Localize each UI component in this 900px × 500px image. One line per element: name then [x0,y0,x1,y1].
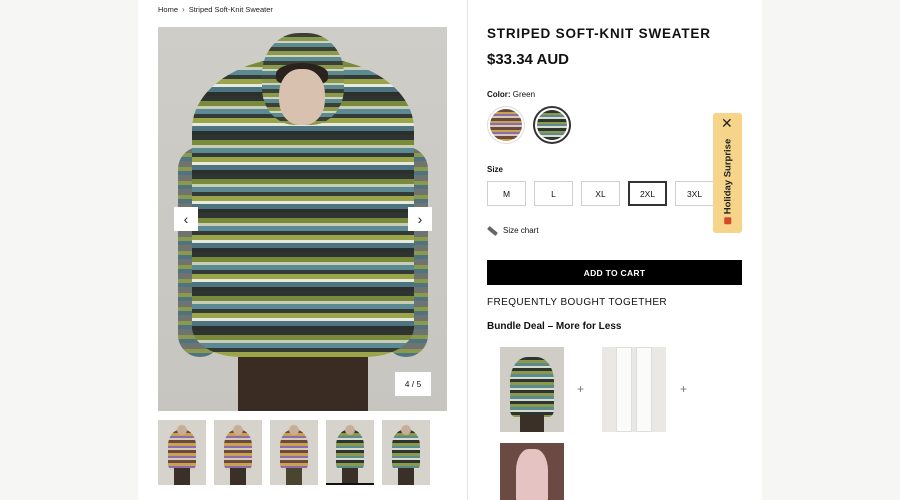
holiday-surprise-row: Holiday Surprise [722,138,733,224]
image-pants [238,357,368,411]
color-selected-value: Green [512,90,536,99]
thumbnail-legs [286,468,302,485]
pants-leg-graphic [616,347,632,432]
chevron-right-icon: › [182,5,185,14]
thumbnail-figure [168,430,196,470]
pants-leg-graphic [636,347,652,432]
image-counter: 4 / 5 [395,372,431,396]
column-divider [467,0,468,500]
image-face [279,69,325,125]
frequently-bought-title: FREQUENTLY BOUGHT TOGETHER [487,297,668,308]
thumbnail-figure [392,430,420,470]
breadcrumb-current: Striped Soft-Knit Sweater [188,5,273,14]
holiday-surprise-label: Holiday Surprise [722,138,733,214]
plus-icon: + [680,382,688,396]
thumbnail-strip [158,420,430,485]
thumbnail-head [401,425,411,435]
bundle-item-pants[interactable] [602,347,666,432]
ruler-icon [487,225,498,236]
size-option-2xl[interactable]: 2XL [628,181,667,206]
color-swatch-green[interactable] [533,106,571,144]
chevron-left-icon: ‹ [183,211,189,227]
breadcrumb-home[interactable]: Home [158,5,178,14]
previous-image-button[interactable]: ‹ [174,207,198,231]
bundle-deal-title: Bundle Deal – More for Less [487,321,622,332]
swatch-fill [537,110,567,140]
thumbnail-legs [342,468,358,483]
thumbnail-legs [398,468,414,485]
color-swatches [487,106,571,144]
bundle-item-dress[interactable] [500,443,564,500]
chevron-right-icon: › [417,211,423,227]
thumbnail-5[interactable] [382,420,430,485]
next-image-button[interactable]: › [408,207,432,231]
close-icon[interactable]: ✕ [721,116,733,130]
color-swatch-multicolor[interactable] [487,106,525,144]
product-page: Home › Striped Soft-Knit Sweater ‹ › 4 /… [138,0,762,500]
main-product-image[interactable]: ‹ › 4 / 5 [158,27,447,411]
thumbnail-figure [336,430,364,470]
size-chart-link[interactable]: Size chart [487,225,539,236]
size-label: Size [487,165,504,174]
thumbnail-2[interactable] [214,420,262,485]
bundle-legs-graphic [520,415,544,432]
bundle-item-sweater[interactable] [500,347,564,432]
thumbnail-head [289,425,299,435]
size-chart-label: Size chart [503,226,539,235]
color-label-text: Color: [487,90,511,99]
holiday-surprise-text: Holiday Surprise [713,135,742,227]
product-title: STRIPED SOFT-KNIT SWEATER [487,26,711,41]
bundle-sweater-graphic [510,357,554,417]
thumbnail-head [177,425,187,435]
size-option-xl[interactable]: XL [581,181,620,206]
gift-icon [723,216,731,224]
thumbnail-figure [224,430,252,470]
thumbnail-4[interactable] [326,420,374,485]
add-to-cart-button[interactable]: ADD TO CART [487,260,742,285]
thumbnail-head [345,425,355,435]
thumbnail-legs [230,468,246,485]
size-option-3xl[interactable]: 3XL [675,181,714,206]
thumbnail-legs [174,468,190,485]
breadcrumb: Home › Striped Soft-Knit Sweater [158,5,273,14]
product-price: $33.34 AUD [487,51,569,68]
thumbnail-1[interactable] [158,420,206,485]
size-option-l[interactable]: L [534,181,573,206]
plus-icon: + [577,382,585,396]
thumbnail-3[interactable] [270,420,318,485]
holiday-surprise-tab[interactable]: ✕ Holiday Surprise [713,113,742,233]
dress-graphic [516,449,548,500]
size-options: M L XL 2XL 3XL [487,181,714,206]
size-option-m[interactable]: M [487,181,526,206]
thumbnail-figure [280,430,308,470]
color-label: Color: Green [487,90,535,99]
thumbnail-head [233,425,243,435]
swatch-fill [490,109,522,141]
